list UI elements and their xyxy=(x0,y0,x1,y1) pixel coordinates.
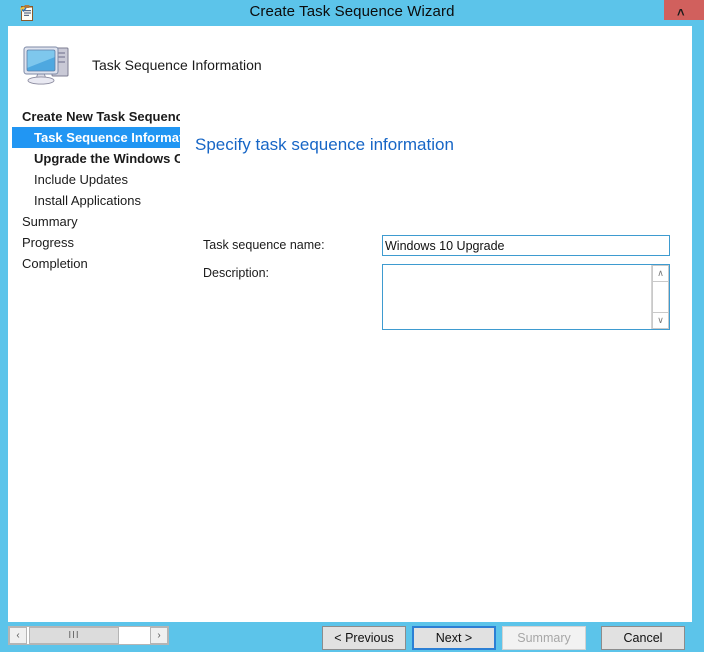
sidebar-item-upgrade-the-windows-operating-system[interactable]: Upgrade the Windows Operating System xyxy=(8,148,180,169)
computer-monitor-icon xyxy=(22,40,76,88)
description-scroll-track[interactable] xyxy=(652,282,669,312)
wizard-step-nav: Create New Task Sequence Task Sequence I… xyxy=(8,106,180,566)
close-caret-icon: ˄ xyxy=(677,5,685,20)
close-button[interactable]: ˄ xyxy=(664,0,704,20)
sidebar-item-progress[interactable]: Progress xyxy=(8,232,180,253)
horizontal-scroll-track[interactable] xyxy=(119,627,148,644)
header-title: Task Sequence Information xyxy=(92,57,262,73)
scroll-left-arrow-icon[interactable]: ‹ xyxy=(9,627,27,644)
sidebar-item-include-updates[interactable]: Include Updates xyxy=(8,169,180,190)
sidebar-item-completion[interactable]: Completion xyxy=(8,253,180,274)
description-label: Description: xyxy=(203,266,269,280)
sidebar-item-summary[interactable]: Summary xyxy=(8,211,180,232)
task-sequence-name-label: Task sequence name: xyxy=(203,238,325,252)
page-heading: Specify task sequence information xyxy=(195,135,454,154)
description-field-wrapper: ∧ ∨ xyxy=(382,264,670,330)
description-scrollbar[interactable]: ∧ ∨ xyxy=(651,265,669,329)
summary-button: Summary xyxy=(502,626,586,650)
sidebar-item-install-applications[interactable]: Install Applications xyxy=(8,190,180,211)
task-sequence-name-input[interactable] xyxy=(382,235,670,256)
title-bar: Create Task Sequence Wizard ˄ xyxy=(0,0,704,26)
previous-button[interactable]: < Previous xyxy=(322,626,406,650)
scroll-down-arrow-icon[interactable]: ∨ xyxy=(652,312,669,329)
window-title: Create Task Sequence Wizard xyxy=(249,3,455,20)
sidebar-item-create-new-task-sequence[interactable]: Create New Task Sequence xyxy=(8,106,180,127)
wizard-client-area: Task Sequence Information Create New Tas… xyxy=(8,26,692,650)
horizontal-scrollbar[interactable]: ‹ III › xyxy=(8,626,169,645)
scroll-right-arrow-icon[interactable]: › xyxy=(150,627,168,644)
cancel-button[interactable]: Cancel xyxy=(601,626,685,650)
scroll-up-arrow-icon[interactable]: ∧ xyxy=(652,265,669,282)
next-button[interactable]: Next > xyxy=(412,626,496,650)
horizontal-scroll-thumb[interactable]: III xyxy=(29,627,119,644)
wizard-window: Create Task Sequence Wizard ˄ Task Seque… xyxy=(0,0,704,652)
description-input[interactable] xyxy=(383,265,651,329)
sidebar-item-task-sequence-information[interactable]: Task Sequence Information xyxy=(12,127,180,148)
